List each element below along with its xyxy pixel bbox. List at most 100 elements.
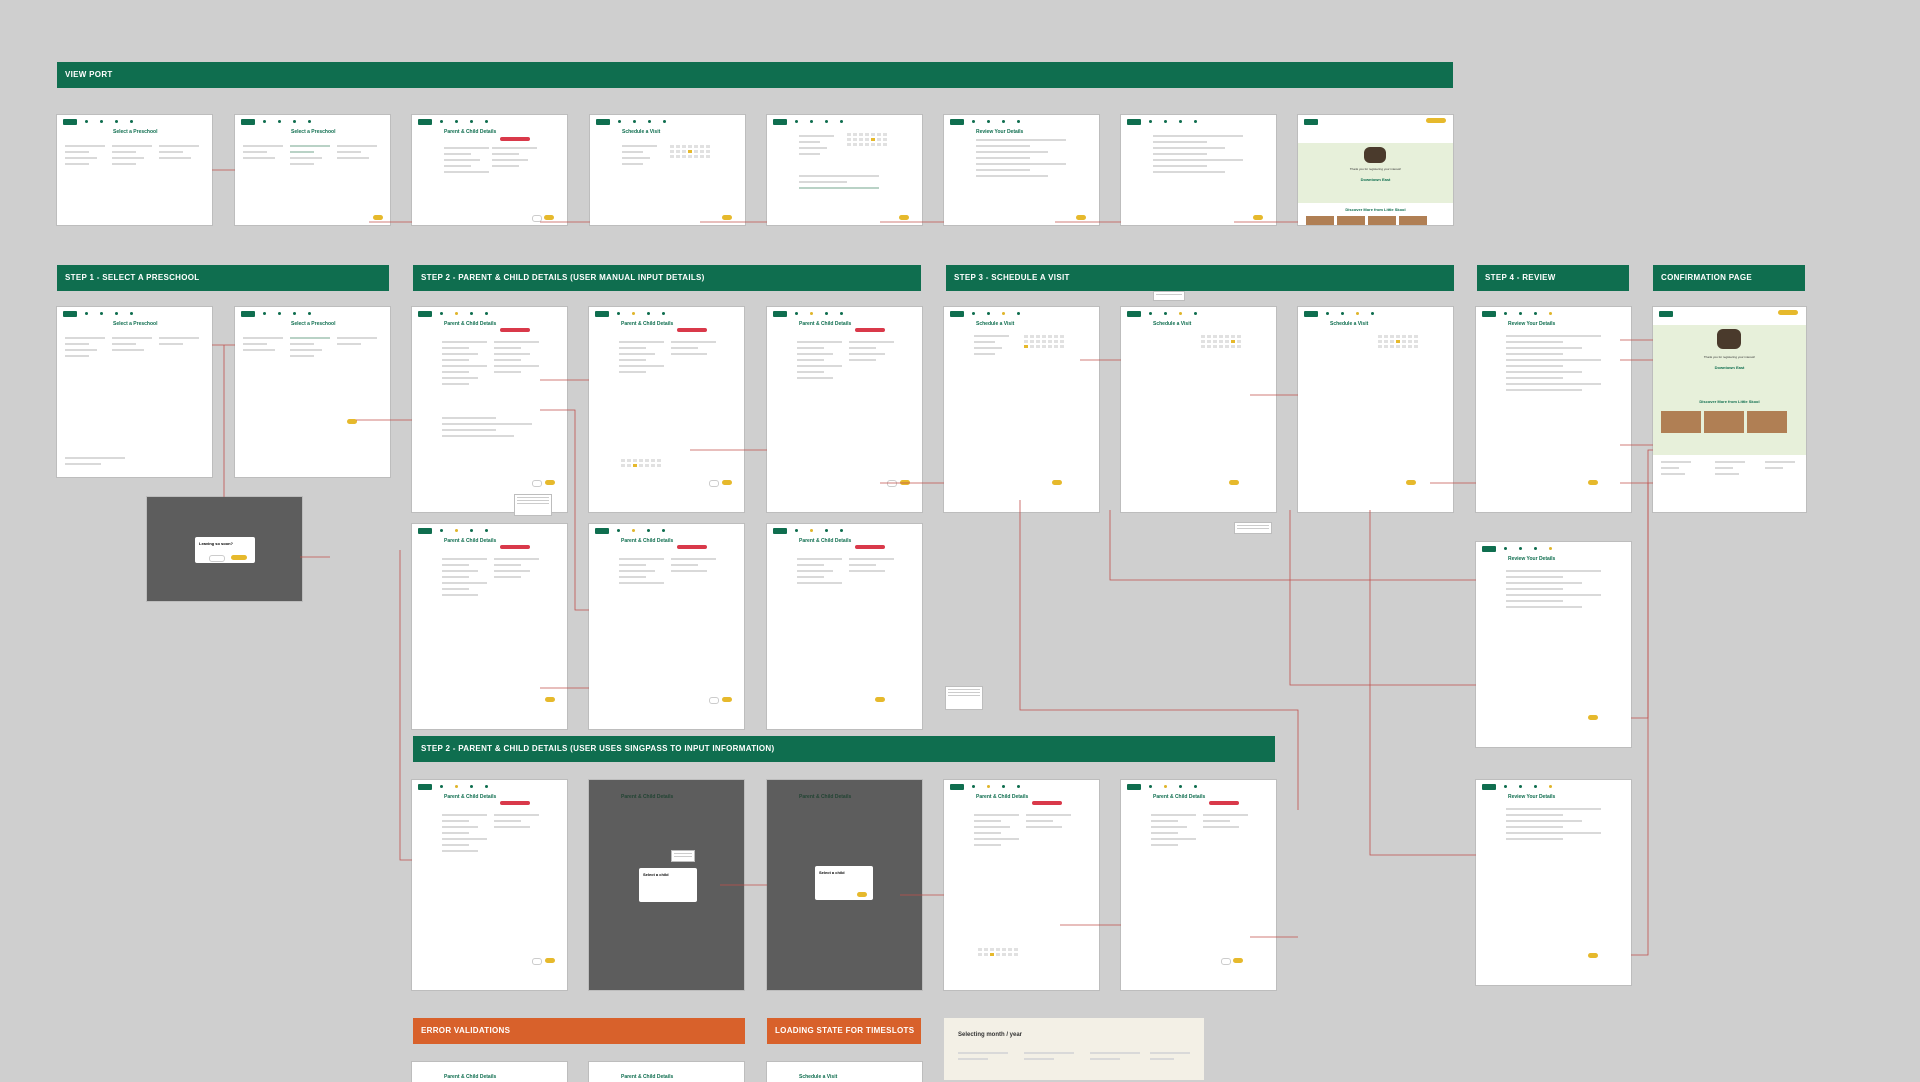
next-button[interactable] <box>545 958 555 963</box>
screen-title: Review Your Details <box>1508 556 1556 562</box>
center-name: Downtown East <box>1714 365 1745 370</box>
design-canvas: VIEW PORT STEP 1 - SELECT A PRESCHOOL ST… <box>0 0 1920 1082</box>
enquire-button[interactable] <box>1426 118 1446 123</box>
screen-title: Schedule a Visit <box>976 321 1015 327</box>
frame-step2-b2: Parent & Child Details <box>589 524 744 729</box>
screen-title: Schedule a Visit <box>622 129 661 135</box>
brand-logo <box>1304 119 1318 125</box>
next-button[interactable] <box>545 480 555 485</box>
next-button[interactable] <box>1052 480 1062 485</box>
next-button[interactable] <box>544 215 554 220</box>
frame-step2-a3: Parent & Child Details <box>767 307 922 512</box>
selecting-month-panel: Selecting month / year <box>944 1018 1204 1080</box>
brand-logo <box>1127 784 1141 790</box>
brand-logo <box>595 311 609 317</box>
select-child-modal: Select a child <box>815 866 873 900</box>
frame-viewport-select-2: Select a Preschool <box>235 115 390 225</box>
submit-button[interactable] <box>1588 953 1598 958</box>
next-button[interactable] <box>347 419 357 424</box>
frame-step3-3: Schedule a Visit <box>1298 307 1453 512</box>
brand-logo <box>773 528 787 534</box>
next-button[interactable] <box>722 215 732 220</box>
submit-button[interactable] <box>1588 480 1598 485</box>
screen-title: Parent & Child Details <box>621 538 674 544</box>
frame-step4-review-1: Review Your Details <box>1476 307 1631 512</box>
frame-viewport-parent: Parent & Child Details <box>412 115 567 225</box>
next-button[interactable] <box>373 215 383 220</box>
back-button[interactable] <box>709 697 719 704</box>
frame-loading: Schedule a Visit <box>767 1062 922 1082</box>
screen-title: Review Your Details <box>1508 321 1556 327</box>
enquire-button[interactable] <box>1778 310 1798 315</box>
screen-title: Parent & Child Details <box>444 1074 497 1080</box>
frame-viewport-schedule-1: Schedule a Visit <box>590 115 745 225</box>
frame-step1-select-2: Select a Preschool <box>235 307 390 477</box>
submit-button[interactable] <box>1588 715 1598 720</box>
frame-step1-select-1: Select a Preschool <box>57 307 212 477</box>
leave-button[interactable] <box>231 555 247 560</box>
brand-logo <box>773 119 787 125</box>
next-button[interactable] <box>1406 480 1416 485</box>
next-button[interactable] <box>1229 480 1239 485</box>
screen-title: Select a Preschool <box>291 321 336 327</box>
next-button[interactable] <box>899 215 909 220</box>
brand-logo <box>950 784 964 790</box>
screen-title: Parent & Child Details <box>621 321 674 327</box>
modal-title: Select a child <box>819 870 845 875</box>
frame-step4-review-3: Review Your Details <box>1476 780 1631 985</box>
confirm-button[interactable] <box>857 892 867 897</box>
annotation-note <box>1234 522 1272 534</box>
singpass-badge[interactable] <box>500 801 530 805</box>
next-button[interactable] <box>900 480 910 485</box>
brand-logo <box>950 311 964 317</box>
screen-title: Parent & Child Details <box>444 794 497 800</box>
frame-viewport-schedule-2 <box>767 115 922 225</box>
modal-title: Leaving so soon? <box>199 541 234 546</box>
screen-title: Review Your Details <box>976 129 1024 135</box>
screen-title: Parent & Child Details <box>799 538 852 544</box>
annotation-note <box>945 686 983 710</box>
annotation-note <box>514 494 552 516</box>
panel-title: Selecting month / year <box>958 1032 1023 1038</box>
next-button[interactable] <box>875 697 885 702</box>
back-button[interactable] <box>887 480 897 487</box>
frame-viewport-review-1: Review Your Details <box>944 115 1099 225</box>
back-button[interactable] <box>532 480 542 487</box>
banner-step2-singpass: STEP 2 - PARENT & CHILD DETAILS (USER US… <box>413 736 1275 762</box>
error-badge <box>500 328 530 332</box>
center-name: Downtown East <box>1360 177 1391 182</box>
discover-heading: Discover More from Little Skool <box>1699 399 1760 404</box>
back-button[interactable] <box>532 958 542 965</box>
screen-title: Parent & Child Details <box>1153 794 1206 800</box>
brand-logo <box>418 528 432 534</box>
banner-step2-manual: STEP 2 - PARENT & CHILD DETAILS (USER MA… <box>413 265 921 291</box>
frame-singpass-5: Parent & Child Details <box>1121 780 1276 990</box>
thanks-text: Thank you for registering your interest! <box>1703 355 1756 359</box>
banner-loading: Loading state for timeslots <box>767 1018 921 1044</box>
screen-title: Schedule a Visit <box>1153 321 1192 327</box>
brand-logo <box>418 119 432 125</box>
frame-viewport-review-2 <box>1121 115 1276 225</box>
back-button[interactable] <box>709 480 719 487</box>
frame-step2-b3: Parent & Child Details <box>767 524 922 729</box>
screen-title: Select a Preschool <box>291 129 336 135</box>
leaving-modal: Leaving so soon? <box>195 537 255 563</box>
stay-button[interactable] <box>209 555 225 562</box>
back-button[interactable] <box>532 215 542 222</box>
back-button[interactable] <box>1221 958 1231 965</box>
next-button[interactable] <box>1233 958 1243 963</box>
frame-step2-a1: Parent & Child Details <box>412 307 567 512</box>
screen-title: Schedule a Visit <box>1330 321 1369 327</box>
frame-step2-a2: Parent & Child Details <box>589 307 744 512</box>
frame-singpass-2: Parent & Child Details Select a child <box>589 780 744 990</box>
submit-button[interactable] <box>1253 215 1263 220</box>
frame-error-2: Parent & Child Details <box>589 1062 744 1082</box>
brand-logo <box>418 784 432 790</box>
frame-viewport-confirmation: Thank you for registering your interest!… <box>1298 115 1453 225</box>
frame-confirmation: Thank you for registering your interest!… <box>1653 307 1806 512</box>
next-button[interactable] <box>722 697 732 702</box>
next-button[interactable] <box>545 697 555 702</box>
next-button[interactable] <box>722 480 732 485</box>
brand-logo <box>1127 311 1141 317</box>
submit-button[interactable] <box>1076 215 1086 220</box>
